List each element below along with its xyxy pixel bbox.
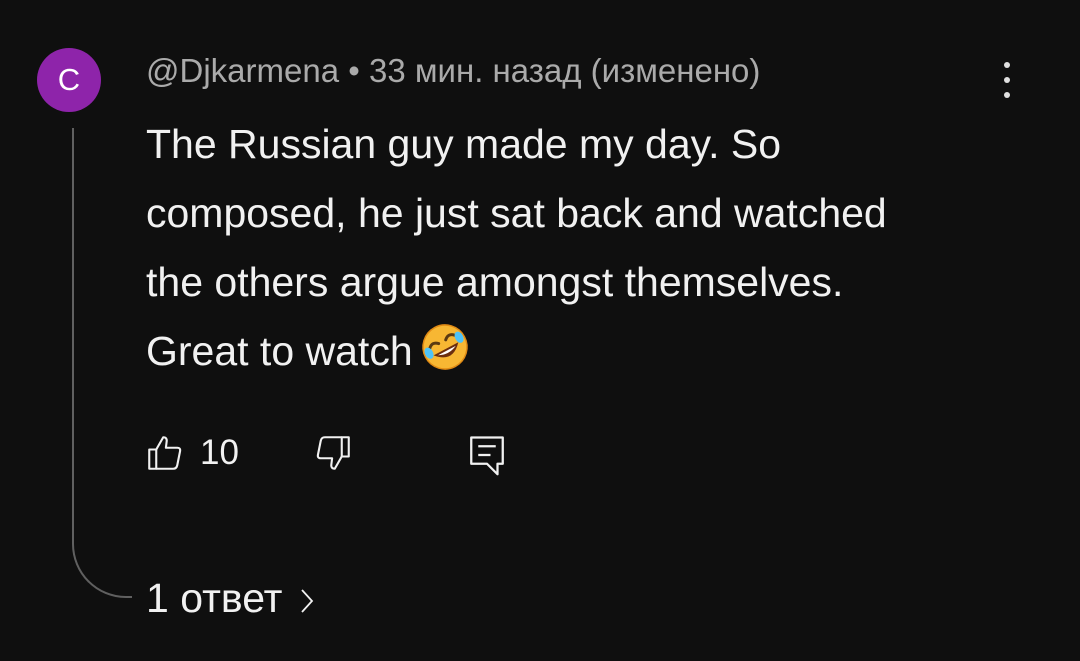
author-name[interactable]: @Djkarmena xyxy=(146,52,339,89)
comment-time: 33 мин. назад xyxy=(368,52,582,89)
like-button[interactable]: 10 xyxy=(144,432,239,474)
view-replies-button[interactable]: 1 ответ xyxy=(146,575,314,622)
thread-line xyxy=(72,128,132,598)
edited-label: (изменено) xyxy=(590,52,761,89)
thumbs-down-icon xyxy=(316,436,350,470)
reply-comment-icon xyxy=(470,436,504,476)
like-count: 10 xyxy=(200,433,239,472)
avatar[interactable]: C xyxy=(37,48,101,112)
reply-button[interactable] xyxy=(466,432,508,478)
meta-separator: • xyxy=(348,52,360,89)
rolling-on-the-floor-laughing-emoji xyxy=(419,321,471,394)
replies-label: 1 ответ xyxy=(146,575,283,621)
dislike-button[interactable] xyxy=(312,432,354,474)
chevron-right-icon xyxy=(301,588,314,613)
comment-body: The Russian guy made my day. So composed… xyxy=(146,121,887,374)
thumbs-up-icon xyxy=(148,436,182,470)
avatar-letter: C xyxy=(57,62,81,97)
more-options-button[interactable] xyxy=(990,58,1024,102)
comment-meta: @Djkarmena • 33 мин. назад (изменено) xyxy=(146,52,760,90)
comment-text: The Russian guy made my day. So composed… xyxy=(146,110,946,394)
